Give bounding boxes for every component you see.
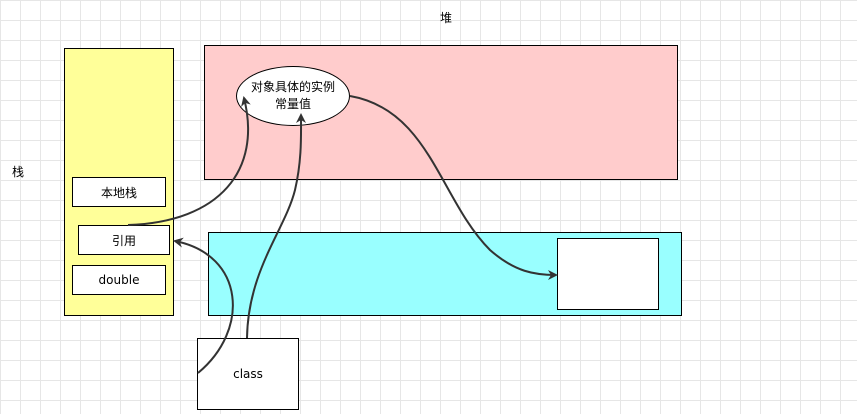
double-box[interactable]: double [72,265,166,295]
target-object-box[interactable] [557,238,659,310]
stack-title: 栈 [12,165,25,179]
object-instance-ellipse[interactable]: 对象具体的实例 常量值 [236,66,350,126]
object-instance-label: 对象具体的实例 [250,80,335,94]
constant-value-label: 常量值 [274,97,311,111]
heap-title: 堆 [440,11,453,25]
reference-box[interactable]: 引用 [78,225,170,255]
native-stack-box[interactable]: 本地栈 [72,177,166,207]
class-box[interactable]: class [197,338,299,410]
